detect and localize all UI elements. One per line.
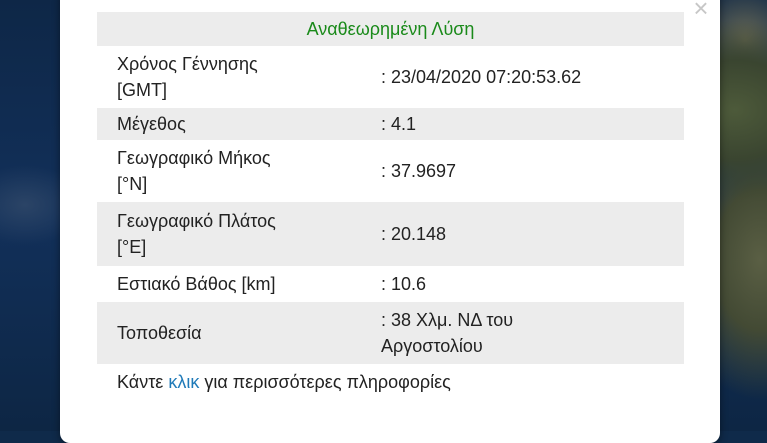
row-value: : 38 Χλμ. ΝΔ του Αργοστολίου — [367, 307, 684, 359]
more-info-footer: Κάντε κλικ για περισσότερες πληροφορίες — [97, 364, 684, 400]
row-label: Γεωγραφικό Μήκος [°N] — [97, 145, 367, 197]
row-label: Χρόνος Γέννησης [GMT] — [97, 51, 367, 103]
label-unit: [GMT] — [117, 80, 167, 100]
row-value: : 4.1 — [381, 114, 417, 134]
label-line: Γεωγραφικό Πλάτος — [117, 211, 276, 231]
row-location: Τοποθεσία : 38 Χλμ. ΝΔ του Αργοστολίου — [97, 302, 684, 364]
row-label: Τοποθεσία — [117, 323, 202, 343]
row-label: Γεωγραφικό Πλάτος [°E] — [97, 208, 367, 260]
footer-suffix: για περισσότερες πληροφορίες — [204, 372, 451, 392]
row-depth: Εστιακό Βάθος [km] : 10.6 — [97, 266, 684, 302]
value-line: Αργοστολίου — [381, 336, 483, 356]
row-longitude: Γεωγραφικό Πλάτος [°E] : 20.148 — [97, 202, 684, 266]
label-line: Χρόνος Γέννησης — [117, 54, 258, 74]
more-info-link[interactable]: κλικ — [168, 372, 199, 392]
row-value: : 20.148 — [381, 224, 447, 244]
row-label: Εστιακό Βάθος [km] — [117, 274, 276, 294]
label-line: Γεωγραφικό Μήκος — [117, 148, 271, 168]
popup-title: Αναθεωρημένη Λύση — [97, 12, 684, 46]
row-value: : 23/04/2020 07:20:53.62 — [381, 67, 582, 87]
row-label: Μέγεθος — [117, 114, 186, 134]
label-unit: [°E] — [117, 237, 147, 257]
row-magnitude: Μέγεθος : 4.1 — [97, 108, 684, 140]
row-value: : 37.9697 — [381, 161, 457, 181]
footer-prefix: Κάντε — [117, 372, 164, 392]
value-line: : 38 Χλμ. ΝΔ του — [381, 310, 514, 330]
row-latitude: Γεωγραφικό Μήκος [°N] : 37.9697 — [97, 140, 684, 202]
row-origin-time: Χρόνος Γέννησης [GMT] : 23/04/2020 07:20… — [97, 46, 684, 108]
row-value: : 10.6 — [381, 274, 427, 294]
popup-content: Αναθεωρημένη Λύση Χρόνος Γέννησης [GMT] … — [97, 12, 684, 400]
close-icon[interactable]: × — [689, 0, 713, 21]
label-unit: [°N] — [117, 174, 148, 194]
